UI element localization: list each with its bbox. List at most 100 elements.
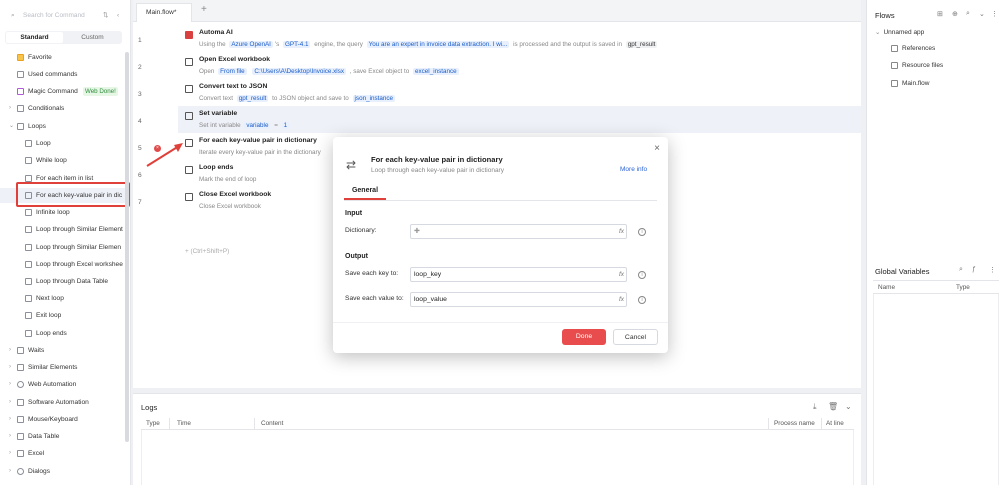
chevron-right-icon[interactable]: › (9, 360, 11, 375)
step-title: Convert text to JSON (199, 83, 268, 90)
search-input[interactable]: Search for Command (23, 9, 85, 23)
tab-general[interactable]: General (344, 187, 386, 200)
add-step-hint[interactable]: + (Ctrl+Shift+P) (185, 248, 229, 255)
logs-panel: Logs ⤓ 🗑 ⌄ Type Time Content Process nam… (133, 393, 861, 485)
line-number: 5 (138, 145, 142, 152)
value-output-field[interactable]: loop_value fx (410, 292, 627, 307)
tree-item-waits[interactable]: › Waits (0, 343, 128, 358)
flow-item-resource-files[interactable]: Resource files (891, 60, 943, 72)
line-number: 1 (138, 37, 142, 44)
chevron-right-icon[interactable]: › (9, 377, 11, 392)
tree-item-favorite[interactable]: Favorite (0, 50, 128, 65)
step-desc: Using the Azure OpenAI's GPT-4.1 engine,… (199, 41, 658, 48)
chevron-right-icon[interactable]: › (9, 101, 11, 116)
add-folder-icon[interactable]: ⊕ (952, 10, 958, 18)
info-icon[interactable]: i (638, 296, 646, 304)
flow-step[interactable]: Set variable Set int variable variable =… (178, 106, 861, 133)
more-icon[interactable]: ⋮ (989, 266, 996, 274)
flow-step[interactable]: Open Excel workbook Open From file C:\Us… (178, 52, 861, 79)
tree-item-exit-loop[interactable]: Exit loop (0, 308, 128, 323)
tree-item-while-loop[interactable]: While loop (0, 153, 128, 168)
tree-item-conditionals[interactable]: › Conditionals (0, 101, 128, 116)
tree-item-loop-similar-1[interactable]: Loop through Similar Element (0, 222, 128, 237)
done-button[interactable]: Done (562, 329, 606, 345)
tree-item-loop-ends[interactable]: Loop ends (0, 326, 128, 341)
search-icon[interactable]: ⌕ (966, 10, 970, 18)
add-flow-icon[interactable]: ⊞ (937, 10, 943, 18)
more-info-link[interactable]: More info (620, 166, 647, 173)
chevron-right-icon[interactable]: › (9, 429, 11, 444)
logs-table-body (141, 430, 854, 485)
excel-sheet-icon (25, 261, 32, 268)
tree-item-loops[interactable]: ⌄ Loops (0, 119, 128, 134)
fx-icon[interactable]: fx (619, 293, 624, 306)
line-gutter: 1 2 3 4 5 6 7 (133, 22, 171, 388)
fx-icon[interactable]: fx (619, 268, 624, 281)
command-search[interactable]: ⌕ Search for Command ⇅ ‹ (8, 9, 123, 23)
export-icon[interactable]: ⤓ (813, 402, 817, 412)
tree-item-infinite-loop[interactable]: Infinite loop (0, 205, 128, 220)
key-output-field[interactable]: loop_key fx (410, 267, 627, 282)
chevron-down-icon[interactable]: ⌄ (9, 119, 14, 134)
tab-custom[interactable]: Custom (64, 32, 121, 43)
close-icon[interactable]: × (654, 143, 660, 154)
flow-step[interactable]: Convert text to JSON Convert text gpt_re… (178, 79, 861, 106)
tab-main-flow[interactable]: Main.flow* (136, 3, 192, 22)
tree-item-magic-command[interactable]: Magic Command Web Done! (0, 84, 128, 99)
step-desc: Close Excel workbook (199, 203, 261, 210)
tree-item-next-loop[interactable]: Next loop (0, 291, 128, 306)
flow-icon (891, 79, 898, 87)
function-icon[interactable]: ƒ (972, 266, 976, 273)
tree-item-loop-excel[interactable]: Loop through Excel workshee (0, 257, 128, 272)
similar-elements-icon (25, 244, 32, 251)
tree-item-data-table[interactable]: › Data Table (0, 429, 128, 444)
info-icon[interactable]: i (638, 228, 646, 236)
project-panel: Flows ⊞ ⊕ ⌕ ⌄ ⋮ ⌄ Unnamed app References … (866, 0, 1000, 485)
search-icon[interactable]: ⌕ (959, 266, 963, 274)
history-icon (17, 71, 24, 78)
flow-item-main-flow[interactable]: Main.flow (891, 78, 929, 90)
tree-item-loop[interactable]: Loop (0, 136, 128, 151)
tree-item-similar-elements[interactable]: › Similar Elements (0, 360, 128, 375)
tree-item-used-commands[interactable]: Used commands (0, 67, 128, 82)
tree-item-mouse-keyboard[interactable]: › Mouse/Keyboard (0, 412, 128, 427)
flow-item-references[interactable]: References (891, 43, 935, 55)
collapse-icon[interactable]: ⌄ (979, 10, 985, 18)
tree-item-dialogs[interactable]: › Dialogs (0, 464, 128, 479)
tree-item-software-automation[interactable]: › Software Automation (0, 395, 128, 410)
info-icon[interactable]: i (638, 271, 646, 279)
flow-step[interactable]: Automa AI Using the Azure OpenAI's GPT-4… (178, 25, 861, 52)
folder-icon (891, 61, 898, 69)
dictionary-field[interactable]: ✚ fx (410, 224, 627, 239)
more-icon[interactable]: ⋮ (991, 10, 998, 18)
chevron-right-icon[interactable]: › (9, 412, 11, 427)
tree-item-excel[interactable]: › Excel (0, 446, 128, 461)
trash-icon[interactable]: 🗑 (828, 402, 838, 411)
loop-ends-icon (25, 330, 32, 337)
chevron-right-icon[interactable]: › (9, 464, 11, 479)
tab-standard[interactable]: Standard (6, 32, 63, 43)
step-desc: Iterate every key-value pair in the dict… (199, 149, 321, 156)
search-icon: ⌕ (11, 12, 15, 19)
chevron-right-icon[interactable]: › (9, 343, 11, 358)
line-number: 7 (138, 199, 142, 206)
app-tree-root[interactable]: ⌄ Unnamed app (875, 27, 924, 39)
collapse-panel-icon[interactable]: ‹ (117, 9, 119, 23)
exit-loop-icon (25, 312, 32, 319)
sort-icon[interactable]: ⇅ (103, 9, 108, 23)
tree-item-loop-datatable[interactable]: Loop through Data Table (0, 274, 128, 289)
add-tab-icon[interactable]: + (201, 4, 207, 15)
chevron-down-icon[interactable]: ⌄ (845, 402, 852, 411)
tree-item-loop-similar-2[interactable]: Loop through Similar Elemen (0, 240, 128, 255)
command-panel-scrollbar[interactable] (125, 52, 129, 442)
chevron-right-icon[interactable]: › (9, 395, 11, 410)
column-header: Type (146, 420, 160, 427)
fx-icon[interactable]: fx (619, 225, 624, 238)
tree-item-web-automation[interactable]: › Web Automation (0, 377, 128, 392)
chevron-right-icon[interactable]: › (9, 446, 11, 461)
cancel-button[interactable]: Cancel (613, 329, 658, 345)
variable-picker-icon[interactable]: ✚ (414, 228, 420, 235)
column-header: Name (878, 284, 896, 291)
step-title: Close Excel workbook (199, 191, 272, 198)
clock-icon (17, 347, 24, 354)
